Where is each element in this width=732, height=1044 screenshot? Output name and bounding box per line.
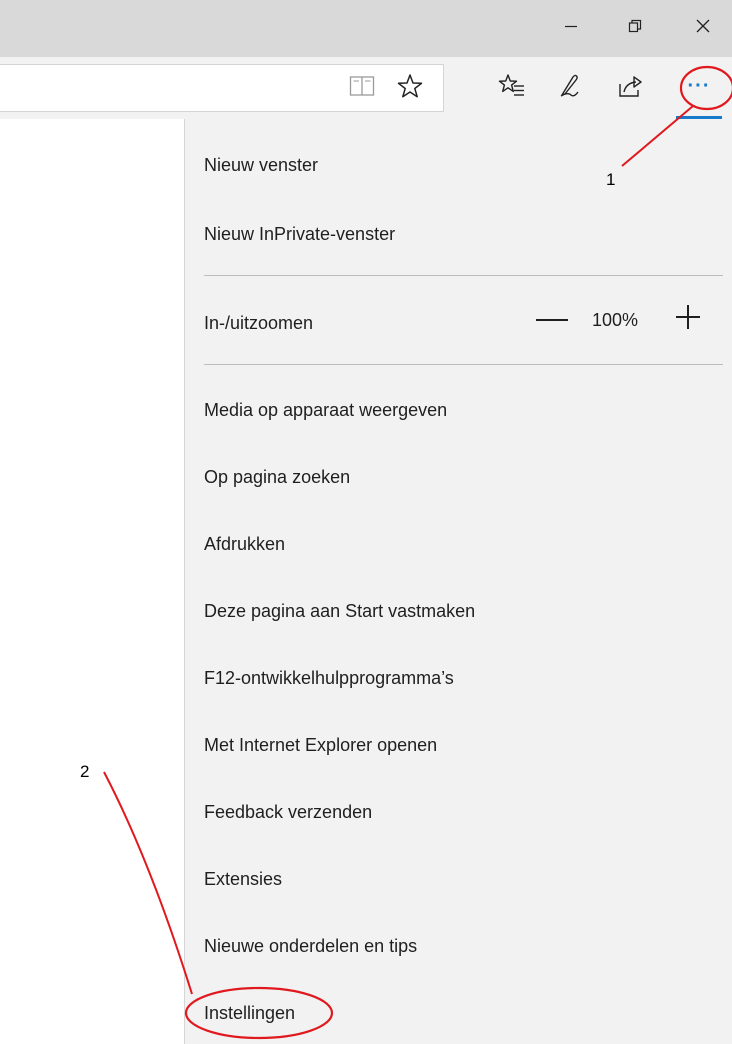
menu-item-send-feedback[interactable]: Feedback verzenden: [204, 792, 372, 832]
minimize-icon: [564, 19, 578, 38]
zoom-in-button[interactable]: [675, 304, 701, 334]
more-actions-menu: Nieuw venster Nieuw InPrivate-venster In…: [184, 119, 732, 1044]
title-bar: [0, 0, 732, 57]
reading-view-button[interactable]: [342, 64, 382, 112]
more-icon: ···: [687, 74, 711, 97]
menu-item-cast-media[interactable]: Media op apparaat weergeven: [204, 390, 447, 430]
menu-item-find-on-page[interactable]: Op pagina zoeken: [204, 457, 350, 497]
restore-button[interactable]: [608, 0, 662, 57]
minimize-button[interactable]: [544, 0, 598, 57]
hub-button[interactable]: [490, 64, 534, 112]
favorite-star-icon: [397, 73, 423, 104]
share-icon: [616, 73, 644, 104]
callout-2-line: [103, 771, 193, 995]
zoom-out-button[interactable]: [536, 306, 568, 330]
zoom-label: In-/uitzoomen: [204, 312, 314, 333]
callout-1-number: 1: [606, 170, 616, 189]
web-note-button[interactable]: [548, 64, 592, 112]
menu-item-print[interactable]: Afdrukken: [204, 524, 285, 564]
menu-item-pin-to-start[interactable]: Deze pagina aan Start vastmaken: [204, 591, 475, 631]
menu-item-extensions[interactable]: Extensies: [204, 859, 282, 899]
callout-2-number: 2: [80, 762, 90, 781]
restore-icon: [628, 19, 642, 38]
plus-icon: [676, 304, 700, 334]
web-note-icon: [556, 73, 584, 104]
menu-item-new-inprivate-window[interactable]: Nieuw InPrivate-venster: [204, 214, 395, 254]
share-button[interactable]: [608, 64, 652, 112]
menu-item-whats-new-and-tips[interactable]: Nieuwe onderdelen en tips: [204, 926, 417, 966]
close-icon: [695, 18, 711, 39]
more-button[interactable]: ···: [676, 64, 722, 112]
menu-item-settings[interactable]: Instellingen: [204, 993, 295, 1033]
close-button[interactable]: [676, 0, 730, 57]
minus-icon: [536, 309, 568, 327]
hub-icon: [498, 73, 526, 104]
menu-item-open-with-internet-explorer[interactable]: Met Internet Explorer openen: [204, 725, 437, 765]
zoom-level: 100%: [592, 309, 639, 330]
reading-view-icon: [349, 75, 375, 102]
menu-item-f12-developer-tools[interactable]: F12-ontwikkelhulpprogramma’s: [204, 658, 454, 698]
menu-item-new-window[interactable]: Nieuw venster: [204, 145, 318, 185]
menu-divider: [204, 275, 723, 276]
menu-divider: [204, 364, 723, 365]
favorite-button[interactable]: [390, 64, 430, 112]
